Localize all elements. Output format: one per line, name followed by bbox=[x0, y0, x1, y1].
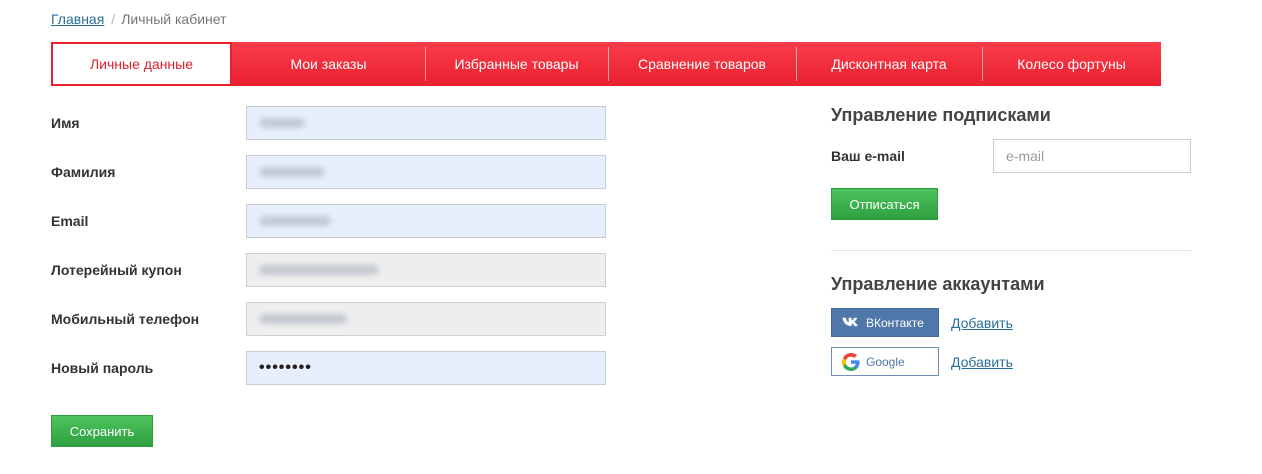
last-name-label: Фамилия bbox=[51, 164, 116, 180]
section-divider bbox=[831, 250, 1191, 251]
tab-personal-data[interactable]: Личные данные bbox=[51, 42, 232, 86]
new-password-input[interactable]: •••••••• bbox=[246, 351, 606, 385]
mobile-phone-label: Мобильный телефон bbox=[51, 311, 200, 327]
redacted-value bbox=[259, 167, 325, 177]
tab-favorites[interactable]: Избранные товары bbox=[425, 42, 608, 86]
breadcrumb-home-link[interactable]: Главная bbox=[51, 11, 104, 27]
password-value: •••••••• bbox=[259, 359, 312, 376]
google-icon bbox=[842, 352, 860, 371]
tab-compare[interactable]: Сравнение товаров bbox=[608, 42, 796, 86]
tab-label: Личные данные bbox=[89, 56, 194, 72]
tab-label: Избранные товары bbox=[454, 56, 579, 72]
breadcrumb-separator: / bbox=[111, 11, 116, 27]
breadcrumb: Главная / Личный кабинет bbox=[51, 11, 227, 27]
vk-account-button[interactable]: ВКонтакте bbox=[831, 308, 939, 337]
save-button[interactable]: Сохранить bbox=[51, 415, 153, 447]
email-label: Email bbox=[51, 213, 89, 229]
tab-my-orders[interactable]: Мои заказы bbox=[232, 42, 425, 86]
subscription-email-input[interactable] bbox=[993, 139, 1191, 173]
tab-label: Колесо фортуны bbox=[1017, 56, 1126, 72]
form-row-last-name: Фамилия bbox=[51, 155, 611, 189]
form-row-new-password: Новый пароль •••••••• bbox=[51, 351, 611, 385]
lottery-coupon-input bbox=[246, 253, 606, 287]
tab-label: Сравнение товаров bbox=[638, 56, 766, 72]
form-row-email: Email bbox=[51, 204, 611, 238]
google-add-link[interactable]: Добавить bbox=[951, 354, 1013, 370]
redacted-value bbox=[259, 265, 379, 275]
tab-discount-card[interactable]: Дисконтная карта bbox=[796, 42, 982, 86]
vk-label: ВКонтакте bbox=[866, 315, 924, 330]
vk-icon bbox=[842, 317, 860, 328]
last-name-input[interactable] bbox=[246, 155, 606, 189]
mobile-phone-input bbox=[246, 302, 606, 336]
account-tabs: Личные данные Мои заказы Избранные товар… bbox=[51, 42, 1161, 86]
tab-label: Дисконтная карта bbox=[831, 56, 947, 72]
first-name-label: Имя bbox=[51, 115, 80, 131]
google-account-button[interactable]: Google bbox=[831, 347, 939, 376]
redacted-value bbox=[259, 314, 347, 324]
form-row-first-name: Имя bbox=[51, 106, 611, 140]
email-input[interactable] bbox=[246, 204, 606, 238]
form-row-lottery-coupon: Лотерейный купон bbox=[51, 253, 611, 287]
new-password-label: Новый пароль bbox=[51, 360, 154, 376]
breadcrumb-current: Личный кабинет bbox=[121, 11, 227, 27]
accounts-title: Управление аккаунтами bbox=[831, 274, 1045, 294]
vk-add-link[interactable]: Добавить bbox=[951, 315, 1013, 331]
google-label: Google bbox=[866, 354, 905, 369]
redacted-value bbox=[259, 118, 305, 128]
subscriptions-title: Управление подписками bbox=[831, 105, 1051, 125]
first-name-input[interactable] bbox=[246, 106, 606, 140]
tab-wheel-of-fortune[interactable]: Колесо фортуны bbox=[982, 42, 1161, 86]
lottery-coupon-label: Лотерейный купон bbox=[51, 262, 182, 278]
redacted-value bbox=[259, 216, 331, 226]
tab-label: Мои заказы bbox=[290, 56, 367, 72]
subscription-email-label: Ваш e-mail bbox=[831, 148, 905, 164]
unsubscribe-button[interactable]: Отписаться bbox=[831, 188, 938, 220]
form-row-mobile-phone: Мобильный телефон bbox=[51, 302, 611, 336]
